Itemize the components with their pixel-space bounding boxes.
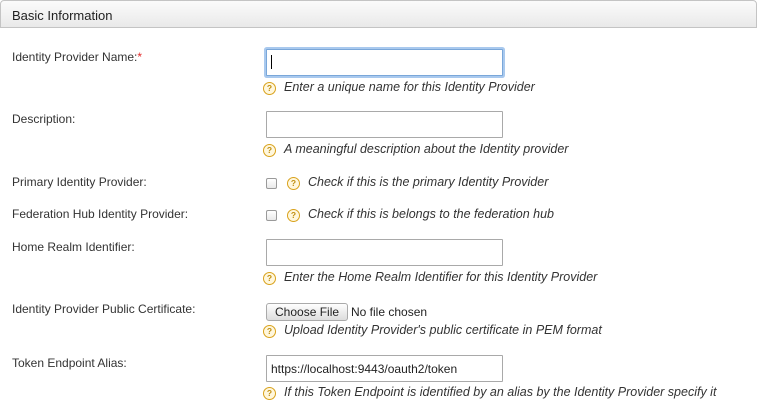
- help-question-icon: ?: [287, 177, 300, 190]
- public-cert-help-text: Upload Identity Provider's public certif…: [284, 323, 602, 337]
- federation-hub-checkbox[interactable]: [266, 210, 277, 221]
- text-caret: [271, 55, 272, 69]
- primary-idp-help: ? Check if this is the primary Identity P…: [287, 175, 548, 190]
- description-label: Description:: [12, 112, 76, 126]
- file-status-text: No file chosen: [351, 305, 428, 319]
- home-realm-input[interactable]: [266, 239, 503, 266]
- choose-file-button[interactable]: Choose File: [266, 303, 349, 321]
- public-cert-label: Identity Provider Public Certificate:: [12, 302, 196, 316]
- federation-hub-help: ? Check if this is belongs to the federat…: [287, 207, 554, 222]
- idp-name-label-text: Identity Provider Name:: [12, 50, 138, 64]
- home-realm-help: ? Enter the Home Realm Identifier for thi…: [263, 270, 597, 285]
- idp-name-help-text: Enter a unique name for this Identity Pr…: [284, 80, 535, 94]
- help-question-icon: ?: [263, 82, 276, 95]
- help-question-icon: ?: [263, 272, 276, 285]
- description-input[interactable]: [266, 111, 503, 138]
- home-realm-help-text: Enter the Home Realm Identifier for this…: [284, 270, 598, 284]
- basic-information-panel: Basic Information Identity Provider Name…: [0, 0, 759, 415]
- home-realm-label: Home Realm Identifier:: [12, 240, 135, 254]
- help-question-icon: ?: [263, 387, 276, 400]
- description-help: ? A meaningful description about the Iden…: [263, 142, 568, 157]
- token-alias-label: Token Endpoint Alias:: [12, 356, 127, 370]
- description-help-text: A meaningful description about the Ident…: [284, 142, 569, 156]
- token-alias-input[interactable]: [266, 355, 503, 382]
- primary-idp-label: Primary Identity Provider:: [12, 175, 147, 189]
- idp-name-help: ? Enter a unique name for this Identity P…: [263, 80, 535, 95]
- required-marker: *: [137, 50, 143, 64]
- help-question-icon: ?: [287, 209, 300, 222]
- federation-hub-help-text: Check if this is belongs to the federati…: [308, 207, 554, 221]
- primary-idp-help-text: Check if this is the primary Identity Pr…: [308, 175, 549, 189]
- federation-hub-label: Federation Hub Identity Provider:: [12, 207, 189, 221]
- idp-name-label: Identity Provider Name:*: [12, 50, 142, 64]
- token-alias-help: ? If this Token Endpoint is identified by…: [263, 385, 716, 400]
- help-question-icon: ?: [263, 144, 276, 157]
- panel-header[interactable]: Basic Information: [0, 0, 757, 28]
- primary-idp-checkbox[interactable]: [266, 178, 277, 189]
- help-question-icon: ?: [263, 325, 276, 338]
- token-alias-help-text: If this Token Endpoint is identified by …: [284, 385, 717, 399]
- public-cert-help: ? Upload Identity Provider's public certi…: [263, 323, 602, 338]
- idp-name-input[interactable]: [266, 49, 503, 76]
- panel-title: Basic Information: [12, 8, 113, 23]
